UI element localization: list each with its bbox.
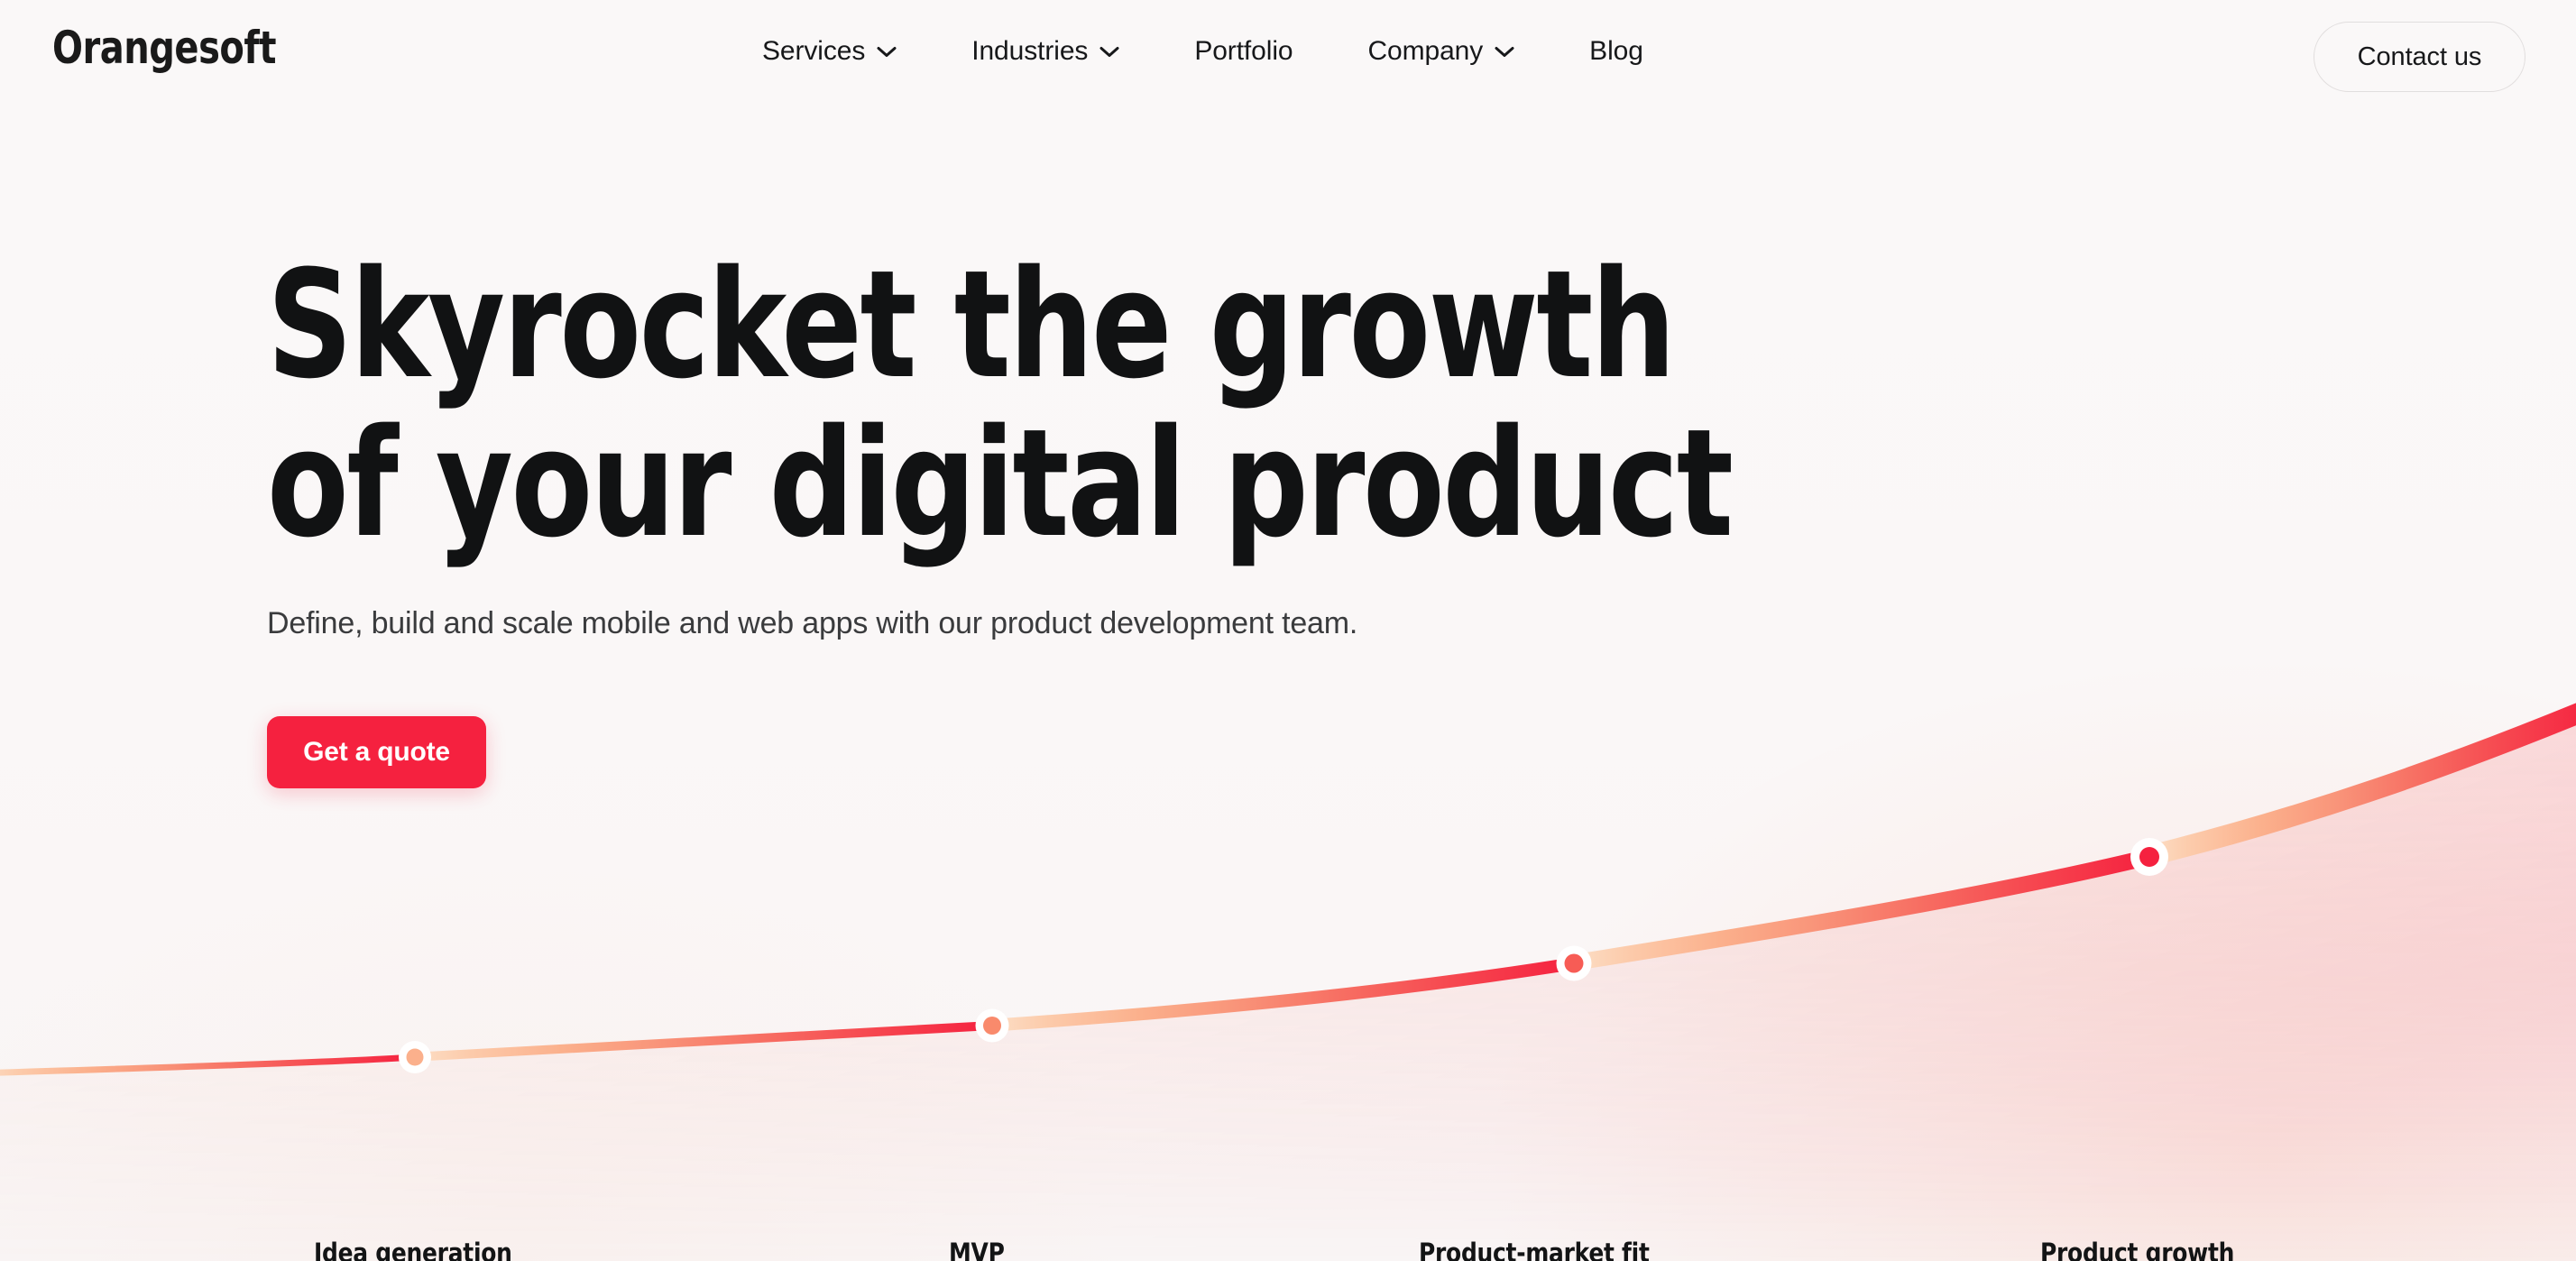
nav-label-company: Company	[1367, 36, 1484, 66]
chart-marker-product-growth	[2130, 838, 2168, 876]
main-navigation: Services Industries Portfolio Company Bl…	[762, 36, 1643, 67]
chevron-down-icon	[877, 46, 897, 58]
chevron-down-icon	[1495, 46, 1514, 58]
chart-marker-product-market-fit	[1556, 945, 1592, 981]
nav-item-blog[interactable]: Blog	[1589, 36, 1643, 67]
nav-label-services: Services	[762, 36, 866, 66]
nav-label-industries: Industries	[971, 36, 1089, 66]
chart-marker-idea-generation	[399, 1041, 431, 1073]
nav-label-blog: Blog	[1589, 36, 1643, 66]
chevron-down-icon	[1099, 46, 1119, 58]
nav-item-company[interactable]: Company	[1367, 36, 1514, 67]
site-header: Orangesoft Services Industries Portfolio…	[0, 0, 2576, 108]
chart-marker-mvp	[975, 1008, 1009, 1043]
get-a-quote-button[interactable]: Get a quote	[267, 716, 486, 788]
contact-us-button[interactable]: Contact us	[2314, 22, 2525, 92]
nav-item-portfolio[interactable]: Portfolio	[1194, 36, 1293, 67]
logo[interactable]: Orangesoft	[52, 22, 276, 74]
chart-area-fill	[0, 717, 2576, 1261]
hero-subheadline: Define, build and scale mobile and web a…	[267, 606, 1358, 640]
nav-item-services[interactable]: Services	[762, 36, 897, 67]
nav-label-portfolio: Portfolio	[1194, 36, 1293, 66]
page-title: Skyrocket the growth of your digital pro…	[267, 238, 1734, 570]
nav-item-industries[interactable]: Industries	[971, 36, 1119, 67]
